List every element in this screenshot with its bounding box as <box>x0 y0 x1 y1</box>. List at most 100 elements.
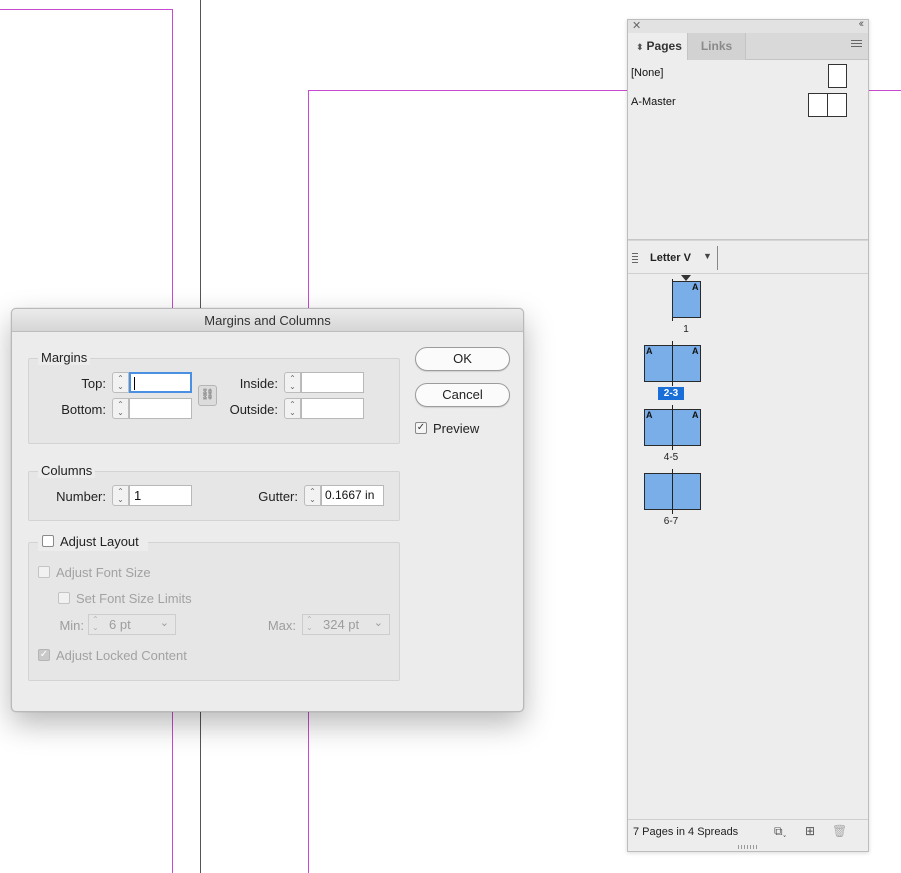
max-label: Max: <box>267 618 296 633</box>
number-stepper[interactable]: ⌃ ⌄ <box>112 485 129 506</box>
margin-guide-right-edge <box>869 90 901 91</box>
chevron-down-icon: ⌄ <box>159 617 169 629</box>
chevron-down-icon[interactable]: ▼ <box>703 251 712 261</box>
panel-title-bar[interactable]: ✕ ‹‹ <box>628 18 868 33</box>
panel-divider[interactable] <box>628 239 868 241</box>
margin-guide-right-left-lower <box>308 712 309 873</box>
panel-tabs: ⬍ Pages Links <box>628 33 868 60</box>
spine <box>672 341 673 386</box>
number-label: Number: <box>56 489 106 504</box>
margin-guide-right-left-upper <box>308 90 309 309</box>
min-stepper-icon[interactable]: ⌃ ⌄ <box>92 616 99 632</box>
margin-guide-left-upper <box>172 9 173 309</box>
columns-group-title: Columns <box>38 463 96 478</box>
master-a-thumbnail-left[interactable] <box>808 93 828 117</box>
spine <box>672 469 673 514</box>
page-edge-lower <box>200 712 201 873</box>
outside-stepper[interactable]: ⌃ ⌄ <box>284 398 301 419</box>
max-stepper-icon[interactable]: ⌃ ⌄ <box>306 616 313 632</box>
max-font-size-select[interactable]: ⌃ ⌄ 324 pt ⌄ <box>302 614 390 635</box>
margins-group-title: Margins <box>38 350 91 365</box>
inside-stepper[interactable]: ⌃ ⌄ <box>284 372 301 393</box>
master-letter: A <box>692 346 699 356</box>
tab-pages[interactable]: ⬍ Pages <box>628 33 688 60</box>
page-size-select[interactable]: Letter V <box>650 252 691 264</box>
master-letter: A <box>692 410 699 420</box>
text-caret <box>134 377 135 391</box>
bottom-stepper[interactable]: ⌃ ⌄ <box>112 398 129 419</box>
margins-columns-dialog: Margins and Columns Margins Top: ⌃ ⌄ Bott… <box>11 308 524 712</box>
trash-icon[interactable]: 🗑︎ <box>832 824 847 838</box>
top-margin-field[interactable] <box>129 372 192 393</box>
tab-links-label: Links <box>700 39 733 53</box>
set-font-size-limits-checkbox[interactable] <box>58 592 70 604</box>
resize-grip[interactable] <box>738 845 758 849</box>
top-stepper[interactable]: ⌃ ⌄ <box>112 372 129 393</box>
master-a-thumbnail-right[interactable] <box>827 93 847 117</box>
tab-arrows-icon: ⬍ <box>636 42 644 52</box>
cancel-button[interactable]: Cancel <box>415 383 510 407</box>
master-letter: A <box>646 346 653 356</box>
edit-page-size-icon[interactable]: ⧉˯ <box>774 824 787 839</box>
max-value: 324 pt <box>323 617 360 632</box>
master-none-label: [None] <box>631 67 664 79</box>
collapse-icon[interactable]: ‹‹ <box>859 18 865 30</box>
preview-checkbox[interactable]: ✓ <box>415 422 427 434</box>
tab-pages-label: Pages <box>646 39 682 53</box>
gutter-value: 0.1667 in <box>325 488 375 502</box>
dialog-title[interactable]: Margins and Columns <box>12 309 523 332</box>
page-number-label[interactable]: 6-7 <box>651 516 691 527</box>
adjust-layout-label[interactable]: Adjust Layout <box>60 534 139 549</box>
margin-guide-left-lower <box>172 712 173 873</box>
number-value: 1 <box>134 488 142 503</box>
page-number-label-selected[interactable]: 2-3 <box>658 387 684 400</box>
panel-menu-icon[interactable] <box>851 40 862 49</box>
min-value: 6 pt <box>109 617 131 632</box>
spine <box>672 405 673 450</box>
close-icon[interactable]: ✕ <box>632 19 641 32</box>
link-chain-icon[interactable]: ⛓ <box>198 385 217 406</box>
adjust-layout-checkbox[interactable] <box>42 535 54 547</box>
number-field[interactable]: 1 <box>129 485 192 506</box>
panel-footer: 7 Pages in 4 Spreads ⧉˯ ⊞ 🗑︎ <box>628 819 868 851</box>
gutter-field[interactable]: 0.1667 in <box>321 485 384 506</box>
margin-guide-right-top <box>308 90 628 91</box>
outside-label: Outside: <box>229 402 278 417</box>
chevron-down-icon: ⌄ <box>373 617 383 629</box>
adjust-font-size-checkbox[interactable] <box>38 566 50 578</box>
master-a-label: A-Master <box>631 96 676 108</box>
pages-toolbar: Letter V ▼ <box>628 242 868 274</box>
min-label: Min: <box>59 618 84 633</box>
new-page-icon[interactable]: ⊞ <box>805 824 815 838</box>
page-number-label[interactable]: 4-5 <box>651 452 691 463</box>
preview-label[interactable]: Preview <box>433 421 479 436</box>
toolbar-separator <box>717 246 718 270</box>
adjust-locked-content-checkbox[interactable]: ✓ <box>38 649 50 661</box>
master-none-thumbnail[interactable] <box>828 64 847 88</box>
top-label: Top: <box>81 376 106 391</box>
adjust-locked-content-label[interactable]: Adjust Locked Content <box>56 648 187 663</box>
tab-links[interactable]: Links <box>688 33 746 60</box>
grip-icon <box>632 253 638 265</box>
min-font-size-select[interactable]: ⌃ ⌄ 6 pt ⌄ <box>88 614 176 635</box>
bottom-margin-field[interactable] <box>129 398 192 419</box>
master-letter: A <box>692 282 699 292</box>
page-edge-upper <box>200 0 201 309</box>
page-count-status: 7 Pages in 4 Spreads <box>633 826 739 838</box>
inside-label: Inside: <box>239 376 278 391</box>
page-thumbnail-7[interactable] <box>672 473 701 510</box>
page-number-label[interactable]: 1 <box>666 324 706 335</box>
inside-margin-field[interactable] <box>301 372 364 393</box>
page-thumbnail-6[interactable] <box>644 473 673 510</box>
ok-button[interactable]: OK <box>415 347 510 371</box>
bottom-label: Bottom: <box>61 402 106 417</box>
margin-guide-top <box>0 9 173 10</box>
set-font-size-limits-label[interactable]: Set Font Size Limits <box>76 591 192 606</box>
master-none[interactable]: [None] <box>631 67 663 79</box>
adjust-font-size-label[interactable]: Adjust Font Size <box>56 565 151 580</box>
outside-margin-field[interactable] <box>301 398 364 419</box>
master-a[interactable]: A-Master <box>631 96 676 108</box>
pages-panel: ✕ ‹‹ ⬍ Pages Links [None] A-Master Letter… <box>627 18 869 852</box>
master-letter: A <box>646 410 653 420</box>
gutter-stepper[interactable]: ⌃ ⌄ <box>304 485 321 506</box>
